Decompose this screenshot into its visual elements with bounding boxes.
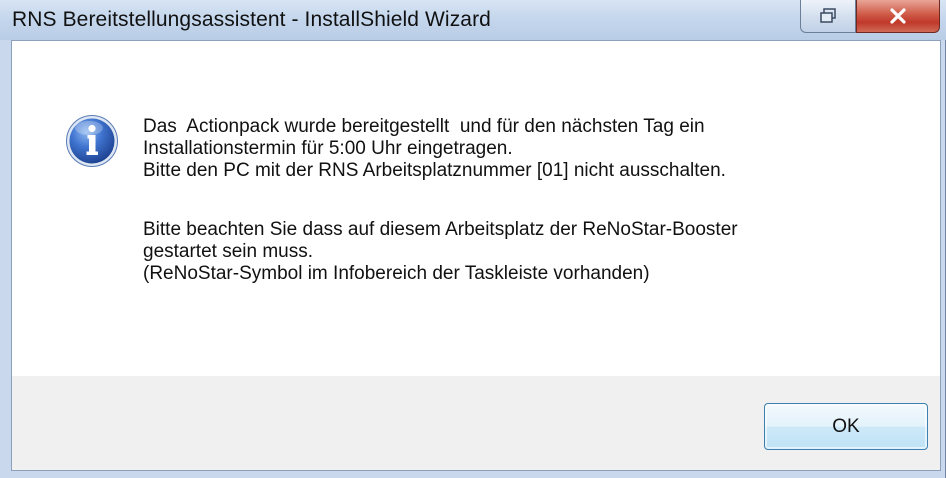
message-line: Das Actionpack wurde bereitgestellt und … <box>143 116 705 137</box>
restore-button[interactable] <box>800 0 856 33</box>
ok-button[interactable]: OK <box>764 403 928 450</box>
info-icon <box>66 115 118 167</box>
message-line: gestartet sein muss. <box>143 241 314 262</box>
message-line: (ReNoStar-Symbol im Infobereich der Task… <box>143 263 650 284</box>
close-icon <box>890 8 906 24</box>
message-line: Bitte beachten Sie dass auf diesem Arbei… <box>143 219 738 240</box>
close-button[interactable] <box>856 0 940 33</box>
installshield-dialog: RNS Bereitstellungsassistent - InstallSh… <box>0 0 946 478</box>
dialog-client-area: Das Actionpack wurde bereitgestellt und … <box>11 40 941 471</box>
button-bar: OK <box>12 376 940 470</box>
window-title: RNS Bereitstellungsassistent - InstallSh… <box>12 8 491 31</box>
message-line: Installationstermin für 5:00 Uhr eingetr… <box>143 138 513 159</box>
message-line: Bitte den PC mit der RNS Arbeitsplatznum… <box>143 160 726 181</box>
title-bar[interactable]: RNS Bereitstellungsassistent - InstallSh… <box>0 0 946 40</box>
message-text: Das Actionpack wurde bereitgestellt und … <box>143 116 923 285</box>
restore-icon <box>820 8 836 23</box>
message-area: Das Actionpack wurde bereitgestellt und … <box>12 41 940 376</box>
